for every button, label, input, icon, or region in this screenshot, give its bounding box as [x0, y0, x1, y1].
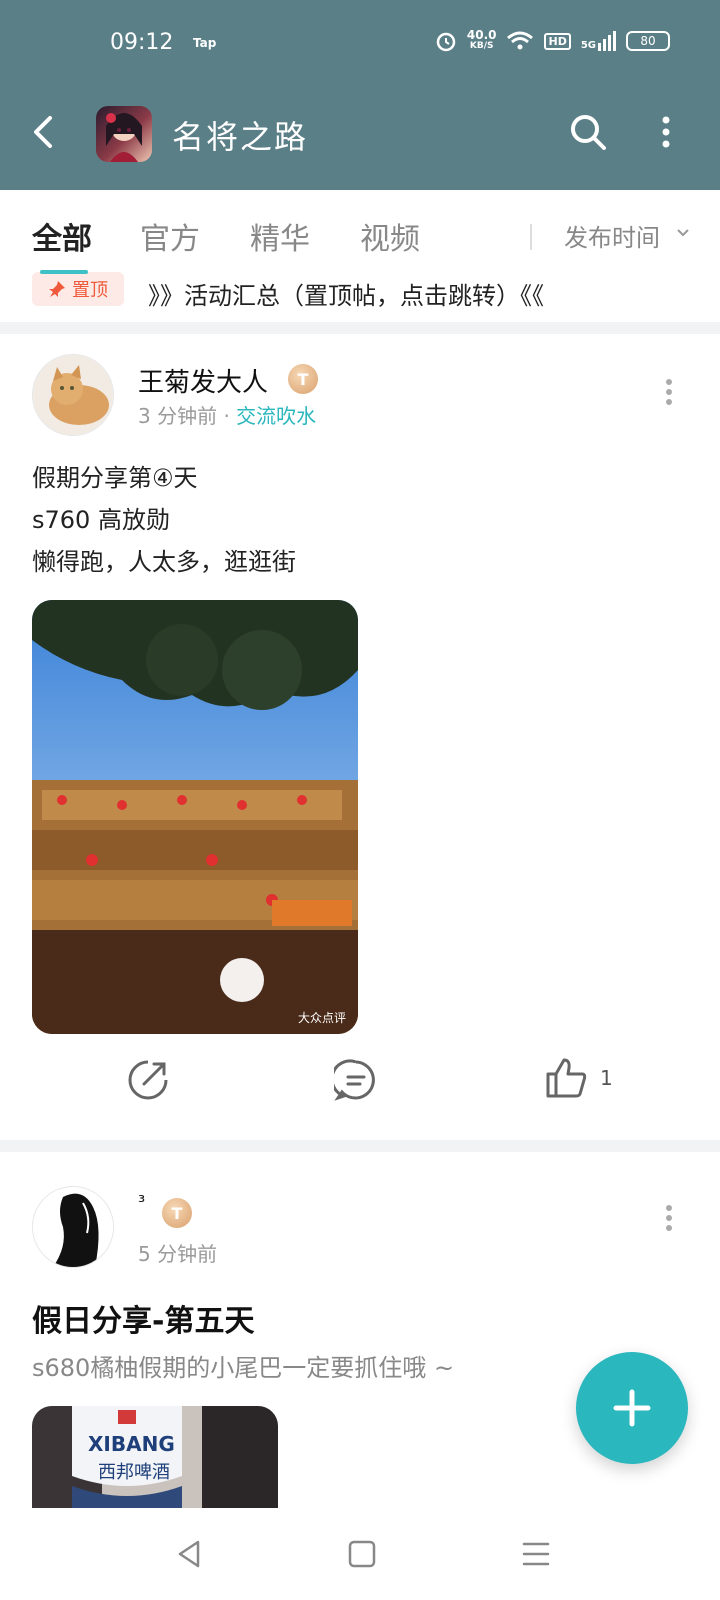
tab-featured[interactable]: 精华: [250, 214, 310, 258]
post-image[interactable]: XIBANG 西邦啤酒: [32, 1406, 278, 1512]
post-meta: 5 分钟前: [138, 1238, 217, 1267]
page-title: 名将之路: [172, 118, 309, 156]
hd-indicator: HD: [544, 32, 571, 50]
more-options-icon[interactable]: [664, 1204, 674, 1232]
wifi-icon: [507, 31, 534, 50]
topic-tag[interactable]: 交流吹水: [236, 404, 316, 428]
section-divider: [0, 1140, 720, 1152]
more-options-icon[interactable]: [664, 378, 674, 406]
avatar[interactable]: [32, 1186, 114, 1268]
battery-icon: 80: [626, 31, 670, 51]
game-avatar[interactable]: [96, 106, 152, 162]
like-count: 1: [600, 1066, 613, 1090]
tab-indicator: [40, 270, 88, 274]
filter-tabs: 全部 官方 精华 视频 发布时间: [0, 190, 720, 270]
tab-official[interactable]: 官方: [140, 214, 200, 258]
plus-icon: [613, 1389, 651, 1427]
back-arrow-icon[interactable]: [26, 114, 62, 150]
post-title[interactable]: 假日分享-第五天: [32, 1296, 254, 1340]
beer-brand-text: XIBANG: [88, 1432, 175, 1456]
post-text-line: 假期分享第④天: [32, 464, 198, 492]
more-menu-icon[interactable]: [656, 114, 676, 150]
pin-icon: [49, 281, 65, 297]
post-card[interactable]: 王菊发大人 T 3 分钟前 · 交流吹水 假期分享第④天 s760 高放勋 懒得…: [0, 334, 720, 1140]
app-header: 09:12 Tap 40.0 KB/S HD 5G 80 名将之路: [0, 0, 720, 190]
status-icons: 40.0 KB/S HD 5G 80: [435, 28, 670, 52]
level-badge: T: [162, 1198, 192, 1228]
post-text-line: s760 高放勋: [32, 506, 170, 534]
tap-indicator: Tap: [193, 36, 217, 50]
chevron-down-icon[interactable]: [676, 226, 690, 240]
section-divider: [0, 322, 720, 334]
level-badge: T: [288, 364, 318, 394]
network-speed: 40.0 KB/S: [466, 28, 497, 51]
tab-all[interactable]: 全部: [32, 214, 92, 258]
alarm-icon: [436, 32, 456, 52]
post-summary: s680橘柚假期的小尾巴一定要抓住哦 ~: [32, 1354, 455, 1382]
post-meta: 3 分钟前 · 交流吹水: [138, 400, 316, 429]
tab-video[interactable]: 视频: [360, 214, 420, 258]
nav-back-icon[interactable]: [174, 1538, 206, 1570]
image-watermark: 大众点评: [297, 1011, 346, 1025]
share-icon[interactable]: [126, 1058, 170, 1102]
author-name[interactable]: ³: [138, 1192, 145, 1213]
post-time: 5 分钟前: [138, 1242, 218, 1266]
pinned-title[interactable]: 》》活动汇总（置顶帖，点击跳转）《《: [148, 276, 544, 311]
avatar[interactable]: [32, 354, 114, 436]
post-text-line: 懒得跑，人太多，逛逛街: [32, 548, 296, 576]
status-time: 09:12: [110, 30, 174, 55]
tab-divider: [530, 224, 532, 250]
post-time: 3 分钟前: [138, 404, 218, 428]
search-icon[interactable]: [568, 112, 608, 152]
comment-icon[interactable]: [334, 1058, 378, 1102]
beer-label-text: 西邦啤酒: [98, 1462, 170, 1483]
pinned-badge: 置顶: [32, 272, 124, 306]
create-post-button[interactable]: [576, 1352, 688, 1464]
author-name[interactable]: 王菊发大人: [138, 362, 268, 399]
meta-dot: ·: [223, 404, 230, 428]
signal-icon: 5G: [581, 31, 616, 51]
system-nav-bar: [0, 1508, 720, 1600]
pinned-post[interactable]: 置顶 》》活动汇总（置顶帖，点击跳转）《《: [0, 270, 720, 322]
post-image[interactable]: 大众点评: [32, 600, 358, 1034]
sort-dropdown[interactable]: 发布时间: [564, 218, 660, 253]
nav-home-icon[interactable]: [346, 1538, 378, 1570]
like-icon[interactable]: [544, 1056, 588, 1100]
nav-menu-icon[interactable]: [520, 1538, 552, 1570]
